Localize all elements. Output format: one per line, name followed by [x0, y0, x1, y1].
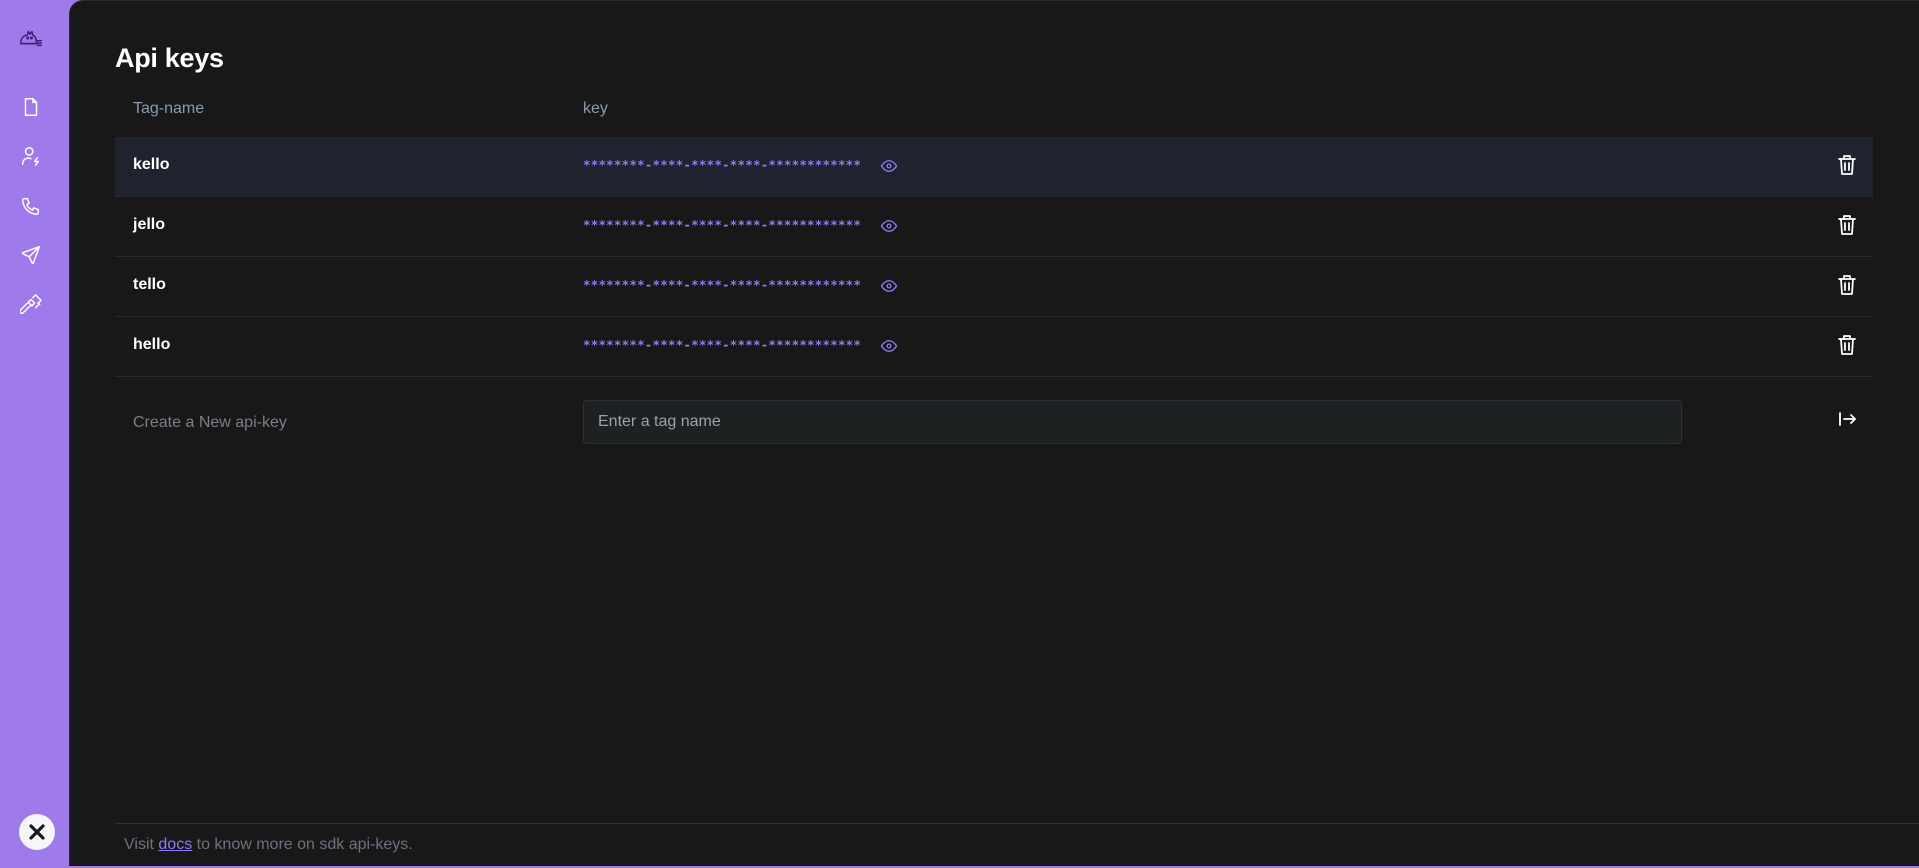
- docs-link[interactable]: docs: [158, 836, 192, 853]
- api-keys-table: Tag-name key kello ********-****-****-**…: [115, 91, 1873, 459]
- trash-icon[interactable]: [1837, 154, 1857, 176]
- masked-key: ********-****-****-****-************: [583, 337, 862, 352]
- close-icon: [29, 824, 45, 840]
- cat-logo-icon[interactable]: [18, 25, 44, 51]
- header-tag-name: Tag-name: [133, 100, 205, 117]
- eye-icon[interactable]: [880, 217, 898, 235]
- send-icon[interactable]: [18, 242, 44, 268]
- table-header: Tag-name key: [115, 91, 1873, 137]
- table-row[interactable]: tello ********-****-****-****-**********…: [115, 257, 1873, 317]
- trash-icon[interactable]: [1837, 334, 1857, 356]
- eye-icon[interactable]: [880, 337, 898, 355]
- footer-prefix: Visit: [124, 836, 154, 853]
- main-panel: Api keys Tag-name key kello ********-***…: [69, 0, 1919, 866]
- tag-name: tello: [133, 276, 166, 293]
- trash-icon[interactable]: [1837, 274, 1857, 296]
- tag-name: kello: [133, 156, 170, 173]
- hammer-icon[interactable]: [18, 292, 44, 318]
- close-button[interactable]: [19, 814, 55, 850]
- phone-icon[interactable]: [18, 193, 44, 219]
- masked-key: ********-****-****-****-************: [583, 277, 862, 292]
- tag-name-input[interactable]: [583, 400, 1682, 444]
- trash-icon[interactable]: [1837, 214, 1857, 236]
- table-row[interactable]: jello ********-****-****-****-**********…: [115, 197, 1873, 257]
- table-row[interactable]: hello ********-****-****-****-**********…: [115, 317, 1873, 377]
- page-title: Api keys: [115, 43, 224, 73]
- masked-key: ********-****-****-****-************: [583, 157, 862, 172]
- eye-icon[interactable]: [880, 277, 898, 295]
- footer-suffix: to know more on sdk api-keys.: [196, 836, 413, 853]
- create-label: Create a New api-key: [133, 414, 287, 431]
- eye-icon[interactable]: [880, 157, 898, 175]
- footer: Visit docs to know more on sdk api-keys.: [115, 823, 1919, 868]
- tag-name: jello: [133, 216, 166, 233]
- file-icon[interactable]: [18, 94, 44, 120]
- masked-key: ********-****-****-****-************: [583, 217, 862, 232]
- header-key: key: [583, 100, 608, 117]
- tag-name: hello: [133, 336, 171, 353]
- sidebar: [0, 0, 70, 866]
- table-row[interactable]: kello ********-****-****-****-**********…: [115, 137, 1873, 197]
- user-bolt-icon[interactable]: [18, 143, 44, 169]
- submit-arrow-icon[interactable]: [1837, 409, 1857, 429]
- create-api-key-row: Create a New api-key: [115, 377, 1873, 459]
